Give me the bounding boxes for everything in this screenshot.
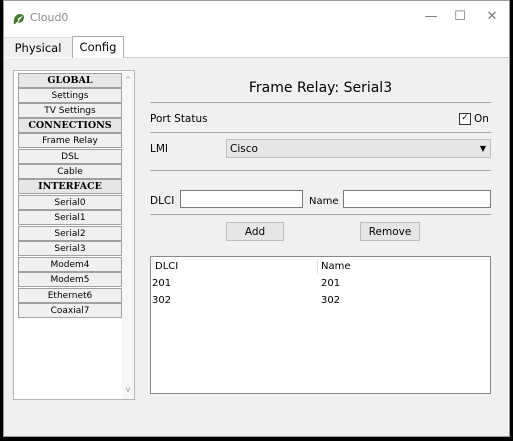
port-on-checkbox[interactable]: ✓ xyxy=(459,113,471,125)
config-panel: GLOBAL Settings TV Settings CONNECTIONS … xyxy=(4,58,509,436)
cloud-leaf-icon xyxy=(12,11,26,25)
lmi-select[interactable]: Cisco ▼ xyxy=(226,139,491,158)
dlci-table: DLCI Name 201 201 302 302 xyxy=(150,256,491,394)
tab-config[interactable]: Config xyxy=(72,36,124,58)
chevron-down-icon: ▼ xyxy=(479,144,486,153)
title-bar: Cloud0 — ☐ ✕ xyxy=(4,1,509,35)
column-separator xyxy=(317,259,318,274)
frame-relay-content: Frame Relay: Serial3 Port Status ✓ On LM… xyxy=(150,70,491,400)
column-header-name[interactable]: Name xyxy=(321,261,351,272)
port-on-label: On xyxy=(474,113,489,125)
divider xyxy=(150,102,491,103)
maximize-button[interactable]: ☐ xyxy=(446,5,474,29)
scroll-down-icon[interactable]: v xyxy=(122,383,134,397)
sidebar-item-coaxial7[interactable]: Coaxial7 xyxy=(18,303,122,318)
sidebar-header-interface: INTERFACE xyxy=(18,179,122,194)
device-window: Cloud0 — ☐ ✕ Physical Config GLOBAL Sett… xyxy=(3,0,510,437)
port-status-label: Port Status xyxy=(150,113,208,125)
sidebar-scrollbar[interactable]: ^ v xyxy=(122,71,134,399)
divider xyxy=(150,132,491,133)
sidebar-item-serial2[interactable]: Serial2 xyxy=(18,226,122,241)
sidebar-header-global: GLOBAL xyxy=(18,73,122,88)
sidebar-item-ethernet6[interactable]: Ethernet6 xyxy=(18,288,122,303)
table-cell-dlci: 302 xyxy=(152,295,172,306)
sidebar-item-modem5[interactable]: Modem5 xyxy=(18,272,122,287)
sidebar-item-settings[interactable]: Settings xyxy=(18,88,122,103)
table-cell-name: 201 xyxy=(321,278,341,289)
divider xyxy=(150,214,491,215)
sidebar-item-modem4[interactable]: Modem4 xyxy=(18,257,122,272)
remove-button[interactable]: Remove xyxy=(360,222,420,241)
scroll-up-icon[interactable]: ^ xyxy=(122,73,134,87)
close-button[interactable]: ✕ xyxy=(478,5,506,29)
lmi-value: Cisco xyxy=(230,143,258,155)
window-title: Cloud0 xyxy=(30,11,69,24)
table-cell-dlci: 201 xyxy=(152,278,172,289)
tab-physical[interactable]: Physical xyxy=(4,37,72,57)
sidebar-item-frame-relay[interactable]: Frame Relay xyxy=(18,133,122,148)
name-input[interactable] xyxy=(343,190,491,208)
sidebar: GLOBAL Settings TV Settings CONNECTIONS … xyxy=(13,70,135,400)
sidebar-item-serial0[interactable]: Serial0 xyxy=(18,195,122,210)
sidebar-item-serial1[interactable]: Serial1 xyxy=(18,210,122,225)
column-header-dlci[interactable]: DLCI xyxy=(155,261,178,272)
sidebar-item-cable[interactable]: Cable xyxy=(18,164,122,179)
sidebar-item-tv-settings[interactable]: TV Settings xyxy=(18,103,122,118)
name-label: Name xyxy=(309,196,339,207)
minimize-button[interactable]: — xyxy=(417,5,445,29)
page-title: Frame Relay: Serial3 xyxy=(248,80,393,96)
sidebar-item-dsl[interactable]: DSL xyxy=(18,149,122,164)
lmi-label: LMI xyxy=(150,143,169,155)
divider xyxy=(150,170,491,171)
table-cell-name: 302 xyxy=(321,295,341,306)
dlci-input[interactable] xyxy=(180,190,303,208)
dlci-label: DLCI xyxy=(150,195,175,207)
sidebar-item-serial3[interactable]: Serial3 xyxy=(18,241,122,256)
add-button[interactable]: Add xyxy=(226,222,284,241)
sidebar-header-connections: CONNECTIONS xyxy=(18,118,122,133)
